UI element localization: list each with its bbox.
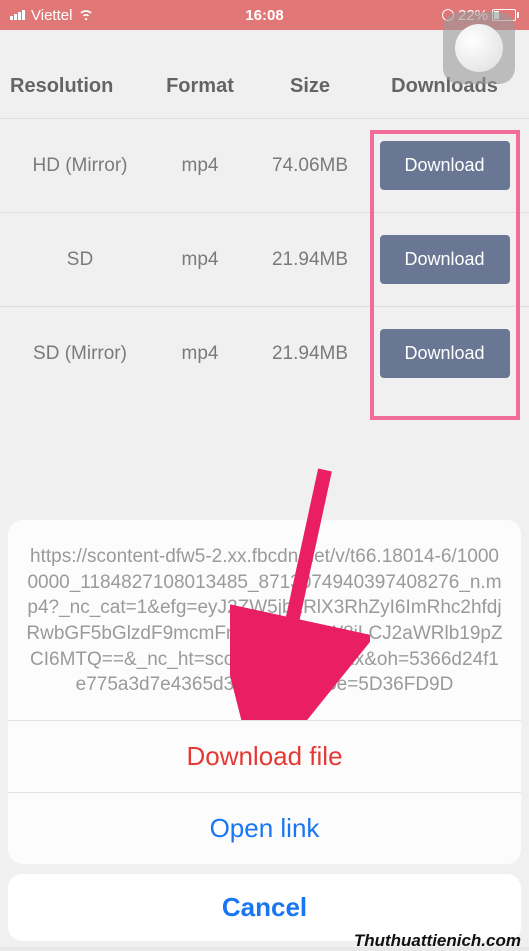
table-row: SD (Mirror) mp4 21.94MB Download (0, 306, 529, 400)
cell-resolution: HD (Mirror) (10, 155, 150, 177)
download-button[interactable]: Download (380, 329, 510, 378)
sheet-url-text: https://scontent-dfw5-2.xx.fbcdn.net/v/t… (8, 520, 521, 721)
watermark: Thuthuattienich.com (354, 931, 521, 951)
cell-size: 74.06MB (250, 155, 370, 177)
header-resolution: Resolution (10, 75, 150, 98)
carrier-label: Viettel (31, 7, 72, 24)
download-file-button[interactable]: Download file (8, 721, 521, 793)
download-button[interactable]: Download (380, 235, 510, 284)
assistive-touch-icon (455, 24, 503, 72)
signal-icon (10, 10, 25, 20)
open-link-button[interactable]: Open link (8, 793, 521, 864)
table-row: SD mp4 21.94MB Download (0, 212, 529, 306)
cell-resolution: SD (Mirror) (10, 343, 150, 365)
table-row: HD (Mirror) mp4 74.06MB Download (0, 118, 529, 212)
cell-size: 21.94MB (250, 343, 370, 365)
cell-format: mp4 (150, 249, 250, 271)
action-sheet: https://scontent-dfw5-2.xx.fbcdn.net/v/t… (8, 520, 521, 941)
cell-resolution: SD (10, 249, 150, 271)
download-table: Resolution Format Size Downloads HD (Mir… (0, 30, 529, 400)
cell-format: mp4 (150, 155, 250, 177)
download-button[interactable]: Download (380, 141, 510, 190)
cell-size: 21.94MB (250, 249, 370, 271)
clock: 16:08 (180, 7, 350, 24)
assistive-touch[interactable] (443, 12, 515, 84)
cell-format: mp4 (150, 343, 250, 365)
wifi-icon (78, 7, 94, 24)
header-format: Format (150, 75, 250, 98)
header-size: Size (250, 75, 370, 98)
